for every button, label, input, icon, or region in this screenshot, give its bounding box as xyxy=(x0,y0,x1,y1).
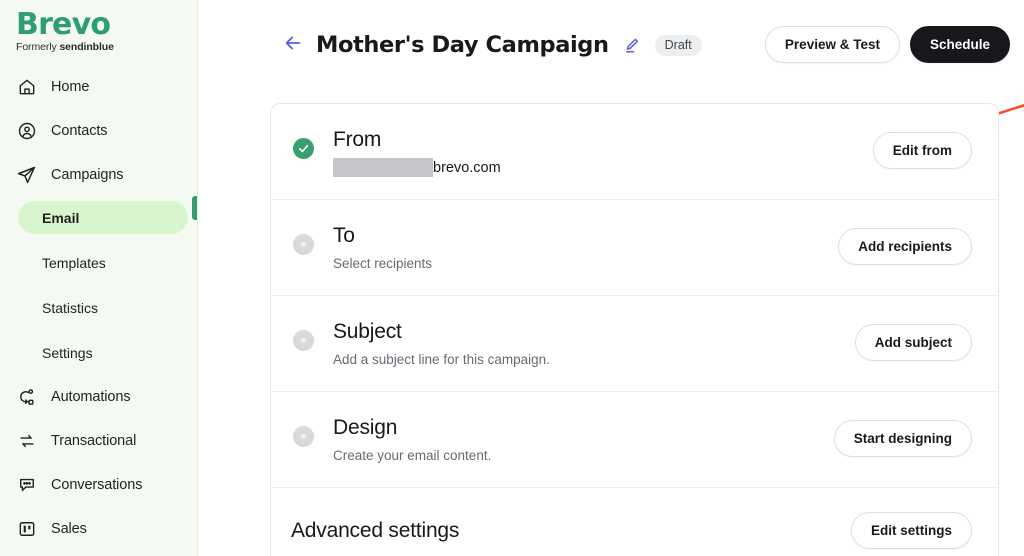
row-subtitle: Add a subject line for this campaign. xyxy=(333,352,550,367)
sales-icon xyxy=(16,518,37,539)
sidebar-item-label: Contacts xyxy=(51,122,108,139)
from-address-domain: brevo.com xyxy=(433,159,501,176)
main-content: Mother's Day Campaign Draft Preview & Te… xyxy=(198,0,1024,556)
card-row-design: Design Create your email content. Start … xyxy=(271,392,998,488)
card-row-advanced-settings: Advanced settings Edit settings xyxy=(271,488,998,556)
row-title: Subject xyxy=(333,320,402,343)
status-badge: Draft xyxy=(654,34,702,56)
sidebar-item-label: Campaigns xyxy=(51,166,124,183)
add-subject-button[interactable]: Add subject xyxy=(854,324,972,361)
status-check-icon xyxy=(293,138,314,159)
row-subtitle: Create your email content. xyxy=(333,448,492,463)
active-nav-indicator xyxy=(192,196,197,220)
transactional-icon xyxy=(16,430,37,451)
sidebar-item-label: Automations xyxy=(51,388,131,405)
home-icon xyxy=(16,76,37,97)
sidebar-item-home[interactable]: Home xyxy=(0,71,197,102)
card-row-body: To Select recipients xyxy=(314,222,838,273)
campaigns-sub-nav: Email Templates Statistics Settings xyxy=(0,201,197,369)
sidebar-item-templates[interactable]: Templates xyxy=(18,246,188,279)
edit-from-button[interactable]: Edit from xyxy=(872,132,972,169)
sidebar-subitem-label: Settings xyxy=(42,344,93,361)
page-header: Mother's Day Campaign Draft Preview & Te… xyxy=(198,0,1024,121)
row-title: Design xyxy=(333,416,398,439)
schedule-button[interactable]: Schedule xyxy=(909,26,1010,63)
card-row-action: Add subject xyxy=(854,324,972,361)
card-row-body: From brevo.com xyxy=(314,126,873,177)
status-pending-dot xyxy=(301,338,306,343)
card-row-action: Start designing xyxy=(833,420,972,457)
status-pending-icon xyxy=(293,234,314,255)
conversations-icon xyxy=(16,474,37,495)
row-subtitle: Select recipients xyxy=(333,256,433,271)
sidebar-item-sales[interactable]: Sales xyxy=(0,513,197,544)
sidebar-item-label: Conversations xyxy=(51,476,143,493)
sidebar-subitem-label: Email xyxy=(42,209,80,226)
card-row-subject: Subject Add a subject line for this camp… xyxy=(271,296,998,392)
title-group: Mother's Day Campaign Draft xyxy=(316,32,702,58)
sidebar-subitem-label: Templates xyxy=(42,254,106,271)
add-recipients-button[interactable]: Add recipients xyxy=(838,228,972,265)
sidebar-item-settings[interactable]: Settings xyxy=(18,336,188,369)
brand-tagline-bold: sendinblue xyxy=(59,41,114,53)
card-row-body: Design Create your email content. xyxy=(314,414,834,465)
status-pending-dot xyxy=(301,242,306,247)
card-row-action: Edit settings xyxy=(850,512,972,549)
preview-and-test-button[interactable]: Preview & Test xyxy=(764,26,900,63)
from-address-value: brevo.com xyxy=(333,158,873,177)
header-actions: Preview & Test Schedule xyxy=(764,26,1010,63)
card-row-action: Add recipients xyxy=(838,228,972,265)
card-row-body: Advanced settings xyxy=(291,519,851,543)
primary-nav: Home Contacts Campaigns Email Templates … xyxy=(0,71,197,556)
automations-icon xyxy=(16,386,37,407)
sidebar-item-statistics[interactable]: Statistics xyxy=(18,291,188,324)
status-pending-icon xyxy=(293,330,314,351)
row-title: To xyxy=(333,224,355,247)
brevo-logo: Brevo xyxy=(16,7,111,42)
campaigns-send-icon xyxy=(16,164,37,185)
status-pending-dot xyxy=(301,434,306,439)
sidebar: Brevo Formerly sendinblue Home Contacts xyxy=(0,0,198,556)
status-pending-icon xyxy=(293,426,314,447)
start-designing-button[interactable]: Start designing xyxy=(833,420,972,457)
campaign-setup-card: From brevo.com Edit from To Select recip… xyxy=(270,103,999,556)
app-root: Brevo Formerly sendinblue Home Contacts xyxy=(0,0,1024,556)
brand-tagline-prefix: Formerly xyxy=(16,41,60,53)
card-row-action: Edit from xyxy=(872,132,972,169)
sidebar-item-email[interactable]: Email xyxy=(18,201,188,234)
advanced-settings-title: Advanced settings xyxy=(291,518,460,542)
card-row-body: Subject Add a subject line for this camp… xyxy=(314,318,855,369)
edit-settings-button[interactable]: Edit settings xyxy=(850,512,972,549)
sidebar-item-conversations[interactable]: Conversations xyxy=(0,469,197,500)
card-row-from: From brevo.com Edit from xyxy=(271,104,998,200)
brand-tagline: Formerly sendinblue xyxy=(16,41,197,53)
redacted-email-block xyxy=(333,158,433,177)
sidebar-item-label: Sales xyxy=(51,520,87,537)
row-title: From xyxy=(333,128,382,151)
edit-pencil-icon[interactable] xyxy=(623,36,641,54)
page-title: Mother's Day Campaign xyxy=(316,32,609,58)
sidebar-item-contacts[interactable]: Contacts xyxy=(0,115,197,146)
sidebar-item-label: Home xyxy=(51,78,90,95)
sidebar-subitem-label: Statistics xyxy=(42,299,99,316)
sidebar-item-transactional[interactable]: Transactional xyxy=(0,425,197,456)
sidebar-item-label: Transactional xyxy=(51,432,137,449)
back-arrow-icon[interactable] xyxy=(282,32,304,54)
contacts-icon xyxy=(16,120,37,141)
sidebar-item-campaigns[interactable]: Campaigns xyxy=(0,159,197,190)
sidebar-item-automations[interactable]: Automations xyxy=(0,381,197,412)
brand-block[interactable]: Brevo Formerly sendinblue xyxy=(0,0,197,54)
card-row-to: To Select recipients Add recipients xyxy=(271,200,998,296)
